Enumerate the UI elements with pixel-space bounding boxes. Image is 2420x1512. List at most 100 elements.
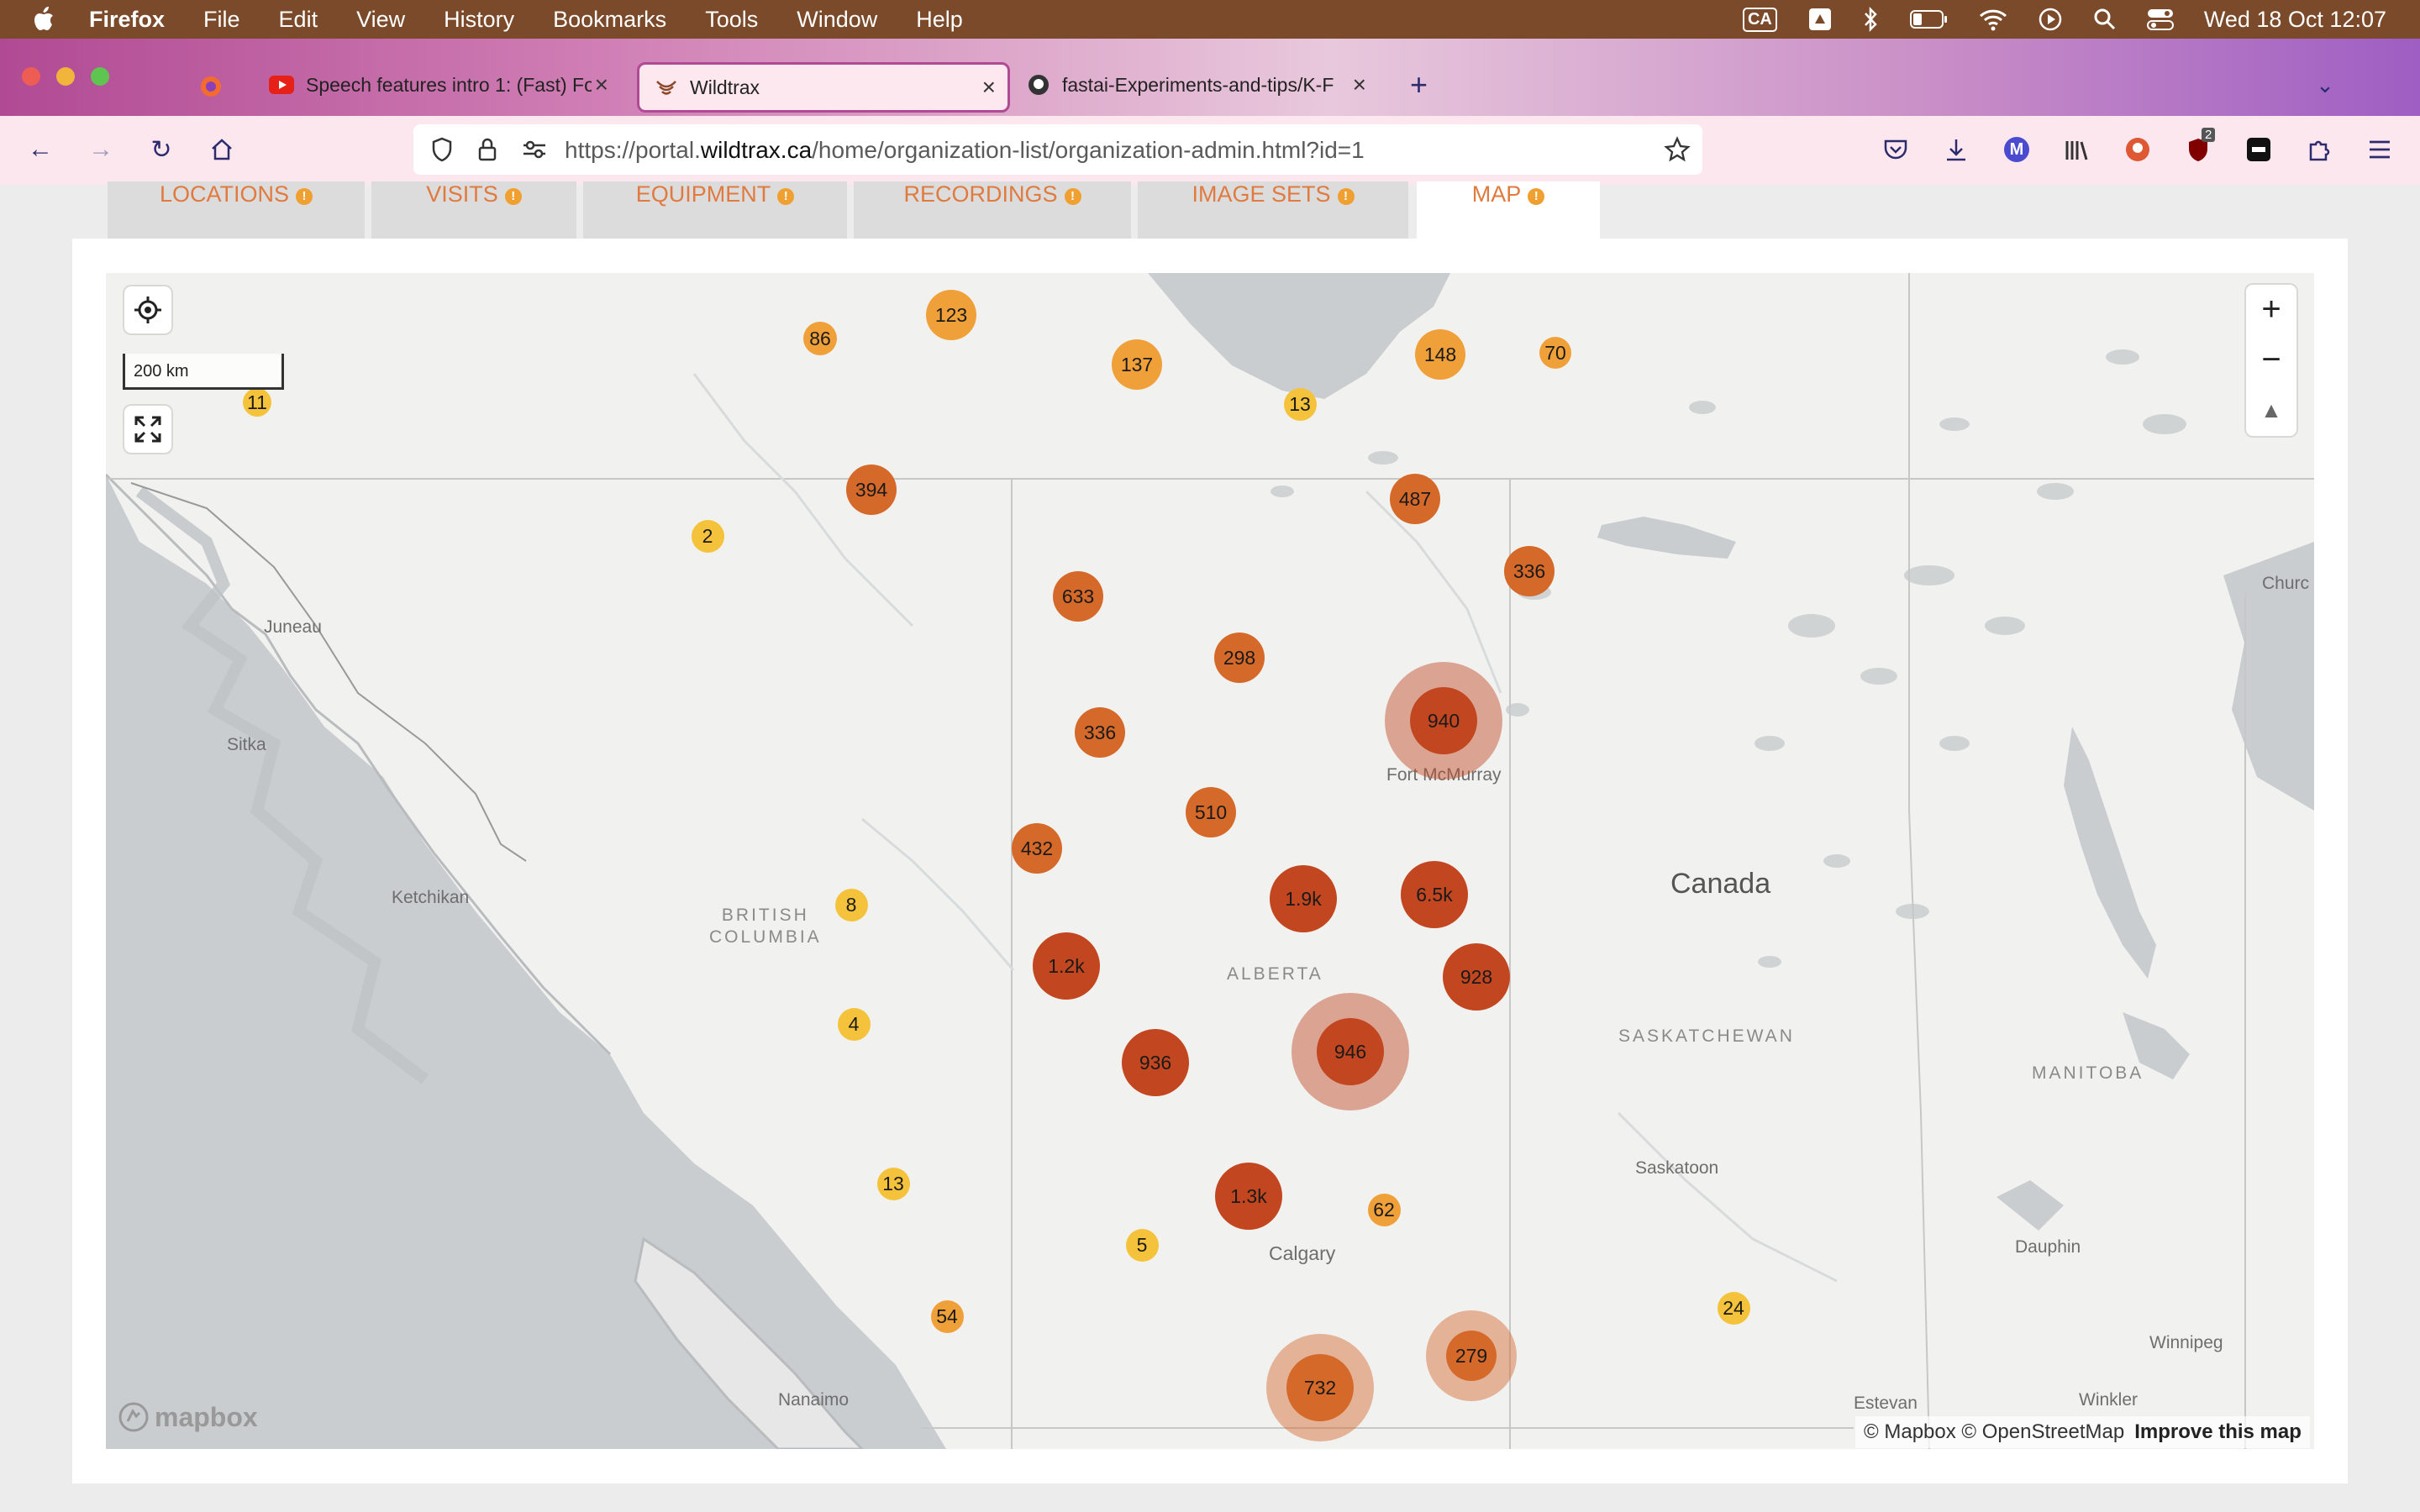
info-icon: ! xyxy=(1064,188,1081,205)
lock-icon[interactable] xyxy=(471,133,504,166)
cluster-marker[interactable]: 6.5k xyxy=(1401,861,1468,928)
zoom-out-button[interactable]: − xyxy=(2246,335,2296,384)
drive-icon[interactable] xyxy=(1807,7,1833,32)
cluster-marker[interactable]: 633 xyxy=(1053,571,1103,622)
firefox-view-icon[interactable] xyxy=(198,64,224,109)
cluster-marker[interactable]: 510 xyxy=(1186,787,1236,837)
cluster-marker[interactable]: 936 xyxy=(1122,1029,1189,1096)
back-arrow-icon[interactable]: ← xyxy=(24,133,57,166)
pocket-icon[interactable] xyxy=(1879,133,1912,166)
site-permissions-icon[interactable] xyxy=(518,133,551,166)
tab-recordings[interactable]: RECORDINGS! xyxy=(854,181,1131,239)
downloads-icon[interactable] xyxy=(1939,133,1973,166)
cluster-marker[interactable]: 487 xyxy=(1390,474,1440,524)
geolocate-button[interactable] xyxy=(124,286,171,333)
cluster-marker[interactable]: 11 xyxy=(243,388,271,417)
cluster-marker[interactable]: 62 xyxy=(1367,1193,1401,1226)
new-tab-button[interactable]: + xyxy=(1410,62,1428,108)
cluster-marker[interactable]: 5 xyxy=(1125,1228,1159,1262)
cluster-marker[interactable]: 336 xyxy=(1504,546,1555,596)
wifi-icon[interactable] xyxy=(1979,8,2007,31)
bookmark-star-icon[interactable] xyxy=(1660,133,1694,166)
compass-reset-north-button[interactable]: ▲ xyxy=(2246,386,2296,434)
tab-speech-features[interactable]: Speech features intro 1: (Fast) Fo × xyxy=(252,62,615,108)
control-center-icon[interactable] xyxy=(2146,8,2174,31)
bluetooth-icon[interactable] xyxy=(1863,7,1880,32)
close-window-button[interactable] xyxy=(22,67,40,86)
duckduckgo-icon[interactable] xyxy=(2121,133,2154,166)
cluster-marker[interactable]: 946 xyxy=(1317,1018,1384,1085)
map-canvas[interactable]: Juneau Sitka Ketchikan Nanaimo Calgary S… xyxy=(106,273,2314,1449)
menu-help[interactable]: Help xyxy=(916,7,963,33)
cluster-marker[interactable]: 123 xyxy=(926,290,976,340)
cluster-marker[interactable]: 1.9k xyxy=(1270,865,1337,932)
cluster-marker[interactable]: 279 xyxy=(1446,1331,1497,1381)
list-all-tabs-chevron-icon[interactable]: ⌄ xyxy=(2306,62,2344,108)
ublock-origin-icon[interactable]: 2 xyxy=(2181,128,2216,166)
tab-map[interactable]: MAP! xyxy=(1417,181,1600,239)
close-tab-icon[interactable]: × xyxy=(1353,71,1366,98)
cluster-marker[interactable]: 732 xyxy=(1286,1354,1354,1421)
cluster-marker[interactable]: 1.2k xyxy=(1033,932,1100,1000)
mapbox-logo[interactable]: mapbox xyxy=(118,1401,258,1433)
close-tab-icon[interactable]: × xyxy=(982,74,996,101)
tab-wildtrax[interactable]: Wildtrax × xyxy=(637,62,1010,113)
extension-dark-icon[interactable] xyxy=(2242,133,2275,166)
clock[interactable]: Wed 18 Oct 12:07 xyxy=(2204,7,2386,33)
tab-image-sets[interactable]: IMAGE SETS! xyxy=(1138,181,1408,239)
zoom-window-button[interactable] xyxy=(91,67,109,86)
cluster-marker[interactable]: 394 xyxy=(846,465,897,515)
attribution-text[interactable]: © Mapbox © OpenStreetMap xyxy=(1864,1420,2124,1444)
cluster-marker[interactable]: 432 xyxy=(1012,823,1062,874)
cluster-marker[interactable]: 86 xyxy=(803,322,837,355)
open-menu-hamburger-icon[interactable] xyxy=(2363,133,2396,166)
menu-tools[interactable]: Tools xyxy=(705,7,758,33)
cluster-marker[interactable]: 13 xyxy=(876,1167,910,1200)
info-icon: ! xyxy=(296,188,313,205)
cluster-marker[interactable]: 54 xyxy=(930,1299,964,1333)
menu-bar: Firefox File Edit View History Bookmarks… xyxy=(0,0,2420,39)
reload-icon[interactable]: ↻ xyxy=(145,133,178,166)
library-icon[interactable] xyxy=(2060,133,2094,166)
search-icon[interactable] xyxy=(2093,8,2117,31)
improve-map-link[interactable]: Improve this map xyxy=(2134,1420,2302,1444)
cluster-marker[interactable]: 2 xyxy=(691,519,724,553)
menu-edit[interactable]: Edit xyxy=(279,7,318,33)
play-icon[interactable] xyxy=(2038,7,2063,32)
menu-file[interactable]: File xyxy=(203,7,240,33)
url-text[interactable]: https://portal.wildtrax.ca/home/organiza… xyxy=(565,137,1365,164)
close-tab-icon[interactable]: × xyxy=(595,71,608,98)
cluster-marker[interactable]: 137 xyxy=(1112,339,1162,390)
cluster-marker[interactable]: 928 xyxy=(1443,943,1510,1011)
menu-view[interactable]: View xyxy=(356,7,405,33)
minimize-window-button[interactable] xyxy=(56,67,75,86)
cluster-marker[interactable]: 4 xyxy=(837,1007,871,1041)
tab-visits[interactable]: VISITS! xyxy=(371,181,576,239)
forward-arrow-icon[interactable]: → xyxy=(84,133,118,166)
tracking-protection-shield-icon[interactable] xyxy=(425,133,459,166)
tab-fastai-experiments[interactable]: fastai-Experiments-and-tips/K-F × xyxy=(1027,62,1371,108)
apple-menu-icon[interactable] xyxy=(30,5,57,34)
cluster-marker[interactable]: 24 xyxy=(1717,1291,1750,1325)
input-source-indicator[interactable]: CA xyxy=(1742,7,1777,32)
tab-locations[interactable]: LOCATIONS! xyxy=(108,181,365,239)
cluster-marker[interactable]: 13 xyxy=(1283,387,1317,421)
home-icon[interactable] xyxy=(205,133,239,166)
cluster-marker[interactable]: 336 xyxy=(1075,707,1125,758)
battery-icon[interactable] xyxy=(1909,8,1949,30)
cluster-marker[interactable]: 298 xyxy=(1214,633,1265,683)
app-name[interactable]: Firefox xyxy=(89,7,165,33)
cluster-marker[interactable]: 70 xyxy=(1539,337,1571,369)
extensions-puzzle-icon[interactable] xyxy=(2302,133,2336,166)
menu-history[interactable]: History xyxy=(444,7,514,33)
menu-bookmarks[interactable]: Bookmarks xyxy=(553,7,666,33)
fullscreen-button[interactable] xyxy=(124,406,171,453)
menu-window[interactable]: Window xyxy=(797,7,877,33)
cluster-marker[interactable]: 148 xyxy=(1415,329,1465,380)
cluster-marker[interactable]: 8 xyxy=(834,888,868,921)
profile-extension-icon[interactable]: M xyxy=(2000,133,2033,166)
cluster-marker[interactable]: 1.3k xyxy=(1215,1163,1282,1230)
cluster-marker[interactable]: 940 xyxy=(1410,687,1477,754)
tab-equipment[interactable]: EQUIPMENT! xyxy=(583,181,847,239)
zoom-in-button[interactable]: + xyxy=(2246,285,2296,333)
